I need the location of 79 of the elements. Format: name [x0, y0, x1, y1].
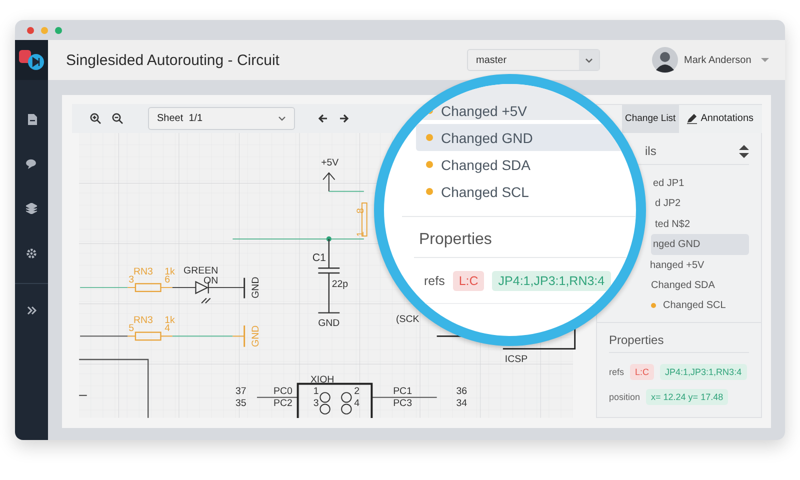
wire: [80, 336, 128, 337]
pin-number: 35: [235, 398, 246, 409]
pin-number: 5: [128, 323, 134, 334]
change-item[interactable]: d JP2: [653, 194, 749, 214]
change-item[interactable]: ted N$2: [653, 214, 749, 234]
file-icon[interactable]: [26, 114, 36, 125]
zoom-out-icon[interactable]: [112, 113, 123, 124]
property-key: refs: [609, 366, 624, 376]
pin-number: 3: [128, 274, 134, 286]
double-chevron-icon[interactable]: [26, 306, 36, 315]
junction-dot: [326, 236, 332, 242]
sheet-select[interactable]: Sheet 1/1: [148, 107, 295, 130]
change-item[interactable]: ed JP1: [651, 173, 749, 194]
net-label: GND: [250, 276, 262, 299]
property-tag: x= 12.24 y= 17.48: [646, 388, 728, 404]
power-symbol-icon: [322, 172, 336, 192]
part-value: GREEN: [184, 266, 218, 277]
resistor-symbol: [127, 283, 173, 292]
section-heading: Properties: [414, 217, 636, 258]
caret-icon: [278, 116, 286, 122]
caret-icon: [585, 58, 593, 62]
part-name: RN3: [134, 266, 153, 278]
property-key: position: [609, 392, 640, 402]
pin-number: 36: [456, 386, 468, 398]
arrow-left-icon[interactable]: [318, 114, 328, 124]
net-label: GND: [250, 326, 262, 348]
change-item: Changed SCL: [416, 178, 636, 205]
window-title: Singlesided Autorouting - Circuit: [66, 52, 280, 68]
part-name: XIOH: [310, 374, 334, 386]
net-label: PC0: [274, 386, 292, 398]
pin-number: 2: [354, 386, 360, 398]
part-name: ICSP: [504, 354, 528, 366]
change-item: Changed SDA: [416, 151, 636, 178]
pin-number: 4: [354, 398, 360, 409]
change-item[interactable]: Changed SCL: [649, 296, 749, 316]
user-avatar[interactable]: [652, 47, 678, 73]
pen-icon: [686, 114, 697, 124]
net-label: +5V: [321, 158, 339, 169]
panel-tab[interactable]: Change List: [622, 105, 679, 133]
change-item[interactable]: nged GND: [651, 234, 749, 255]
layers-icon[interactable]: [26, 203, 37, 214]
change-item[interactable]: hanged +5V: [648, 254, 749, 276]
branch-select[interactable]: master: [467, 49, 600, 71]
wire: [80, 287, 128, 288]
part-name: ON: [204, 276, 218, 286]
net-label: GND: [318, 318, 340, 330]
pin-number: 4: [164, 323, 170, 334]
net-label: PC3: [393, 398, 412, 409]
zoom-in-icon[interactable]: [90, 113, 101, 124]
pin-number: 34: [456, 398, 468, 409]
pin-number: 1: [356, 232, 367, 237]
wire: [328, 191, 364, 192]
minimize-dot-icon[interactable]: [41, 26, 48, 34]
pin-number: 37: [235, 386, 246, 398]
user-name[interactable]: Mark Anderson: [684, 54, 752, 66]
net-label: (SCK: [396, 314, 420, 326]
section-heading: ils: [644, 144, 656, 158]
property-key: refs: [424, 274, 445, 288]
arrow-right-icon[interactable]: [339, 114, 349, 124]
property-tag: JP4:1,JP3:1,RN3:4: [660, 364, 747, 380]
net-label: PC1: [393, 386, 412, 398]
sort-icon[interactable]: [739, 144, 749, 158]
part-name: RN3: [134, 315, 153, 326]
pin-number: 6: [164, 274, 170, 286]
pin-number: 3: [313, 398, 319, 409]
part-name: C1: [312, 252, 326, 264]
property-tag: L:C: [452, 270, 484, 290]
change-item[interactable]: Changed SDA: [649, 275, 749, 296]
settings-icon[interactable]: [26, 248, 37, 259]
maximize-dot-icon[interactable]: [55, 26, 62, 34]
net-label: PC2: [274, 398, 292, 409]
logo-icon[interactable]: [18, 48, 46, 72]
part-value: 22p: [332, 279, 348, 290]
property-tag: JP4:1,JP3:1,RN3:4: [492, 270, 611, 290]
property-tag: L:C: [630, 364, 654, 380]
chat-icon[interactable]: [26, 159, 37, 169]
resistor-symbol: [127, 332, 173, 341]
close-dot-icon[interactable]: [27, 26, 34, 34]
pin-number: 1: [313, 386, 319, 398]
